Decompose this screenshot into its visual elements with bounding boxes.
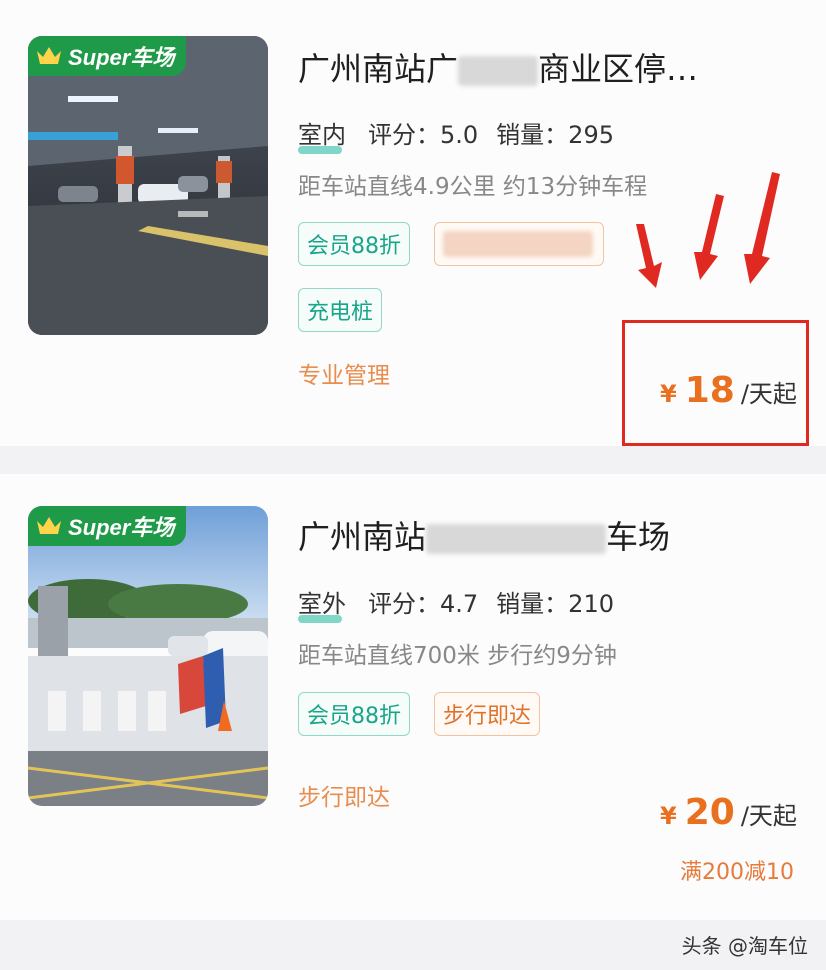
currency-symbol: ¥ <box>660 802 677 830</box>
member-discount-tag: 会员88折 <box>298 222 410 266</box>
outdoor-lot-image <box>28 506 268 806</box>
crown-icon <box>37 517 61 534</box>
super-parking-badge: Super车场 <box>28 36 187 76</box>
coupon-text: 满200减10 <box>680 860 794 885</box>
garage-image <box>28 36 268 335</box>
rating-label: 评分： <box>368 590 440 618</box>
title-start: 广州南站广 <box>298 50 459 88</box>
feature-text: 步行即达 <box>298 785 390 811</box>
rating-label: 评分： <box>368 121 440 149</box>
member-discount-tag: 会员88折 <box>298 692 410 736</box>
super-parking-badge: Super车场 <box>28 506 187 546</box>
rating-value: 4.7 <box>440 590 479 618</box>
title-end: 车场 <box>606 518 671 556</box>
listing-meta: 室内 评分：5.0 销量：295 <box>298 115 614 154</box>
watermark: 头条 @淘车位 <box>681 934 808 958</box>
feature-text: 专业管理 <box>298 363 390 389</box>
parking-listing-card[interactable]: Super车场 广州南站 车场 室外 评分：4.7 销量：210 距车站直线700米 … <box>0 474 826 920</box>
distance-text: 距车站直线700米 步行约9分钟 <box>298 643 617 669</box>
sales-label: 销量： <box>496 121 569 149</box>
badge-label: Super车场 <box>68 515 175 540</box>
title-start: 广州南站 <box>298 518 427 556</box>
redacted-text <box>458 56 539 86</box>
badge-label: Super车场 <box>68 45 175 70</box>
listing-title[interactable]: 广州南站广 商业区停… <box>298 44 698 90</box>
crown-icon <box>37 47 61 64</box>
listing-meta: 室外 评分：4.7 销量：210 <box>298 584 614 623</box>
redacted-text <box>426 524 607 554</box>
sales-value: 210 <box>568 590 614 618</box>
listing-title[interactable]: 广州南站 车场 <box>298 512 670 558</box>
red-arrow-icon <box>744 172 780 284</box>
sales-label: 销量： <box>496 590 569 618</box>
parking-listing-card[interactable]: Super车场 广州南站广 商业区停… 室内 评分：5.0 销量：295 距车站直线4… <box>0 0 826 446</box>
rating-value: 5.0 <box>440 121 479 149</box>
red-arrow-icon <box>694 194 724 280</box>
title-end: 商业区停… <box>538 50 699 88</box>
parking-lot-photo-indoor[interactable]: Super车场 <box>28 36 268 335</box>
price-unit: /天起 <box>740 802 797 830</box>
parking-lot-photo-outdoor[interactable]: Super车场 <box>28 506 268 806</box>
distance-text: 距车站直线4.9公里 约13分钟车程 <box>298 174 648 200</box>
redacted-tag <box>434 222 604 266</box>
price-value: 20 <box>684 792 735 833</box>
red-arrow-icon <box>636 224 662 288</box>
sales-value: 295 <box>568 121 614 149</box>
walk-reach-tag: 步行即达 <box>434 692 541 736</box>
price-highlight-box <box>622 320 809 446</box>
location-type: 室外 <box>298 584 346 623</box>
charging-pile-tag: 充电桩 <box>298 288 383 332</box>
location-type: 室内 <box>298 115 346 154</box>
price: ¥ 20 /天起 <box>660 792 797 833</box>
